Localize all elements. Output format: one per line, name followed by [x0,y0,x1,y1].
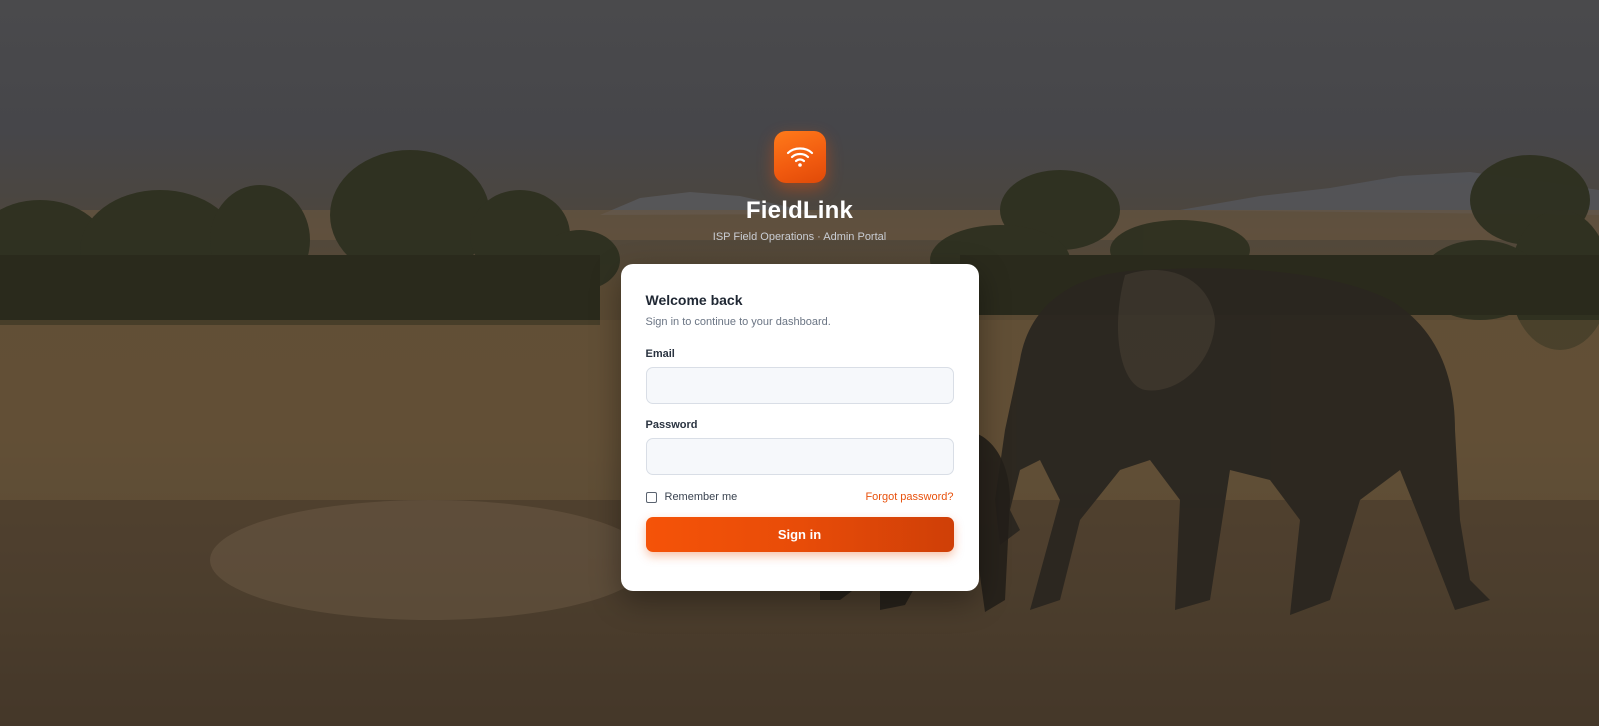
login-card: Welcome back Sign in to continue to your… [620,264,979,591]
email-label: Email [645,348,675,360]
card-title: Welcome back [645,292,743,308]
wifi-icon [786,147,813,167]
email-field[interactable] [645,367,954,404]
password-label: Password [645,419,698,431]
forgot-password-link[interactable]: Forgot password? [865,491,953,503]
remember-label: Remember me [664,491,738,503]
brand-tagline: ISP Field Operations · Admin Portal [712,231,887,243]
options-row: Remember me Forgot password? [645,491,954,503]
app-logo [773,131,826,183]
brand-name: FieldLink [745,197,854,224]
remember-me[interactable]: Remember me [645,491,738,503]
sign-in-button[interactable]: Sign in [645,517,954,552]
password-field[interactable] [645,438,954,475]
card-subtitle: Sign in to continue to your dashboard. [645,316,831,328]
remember-checkbox[interactable] [645,491,657,503]
